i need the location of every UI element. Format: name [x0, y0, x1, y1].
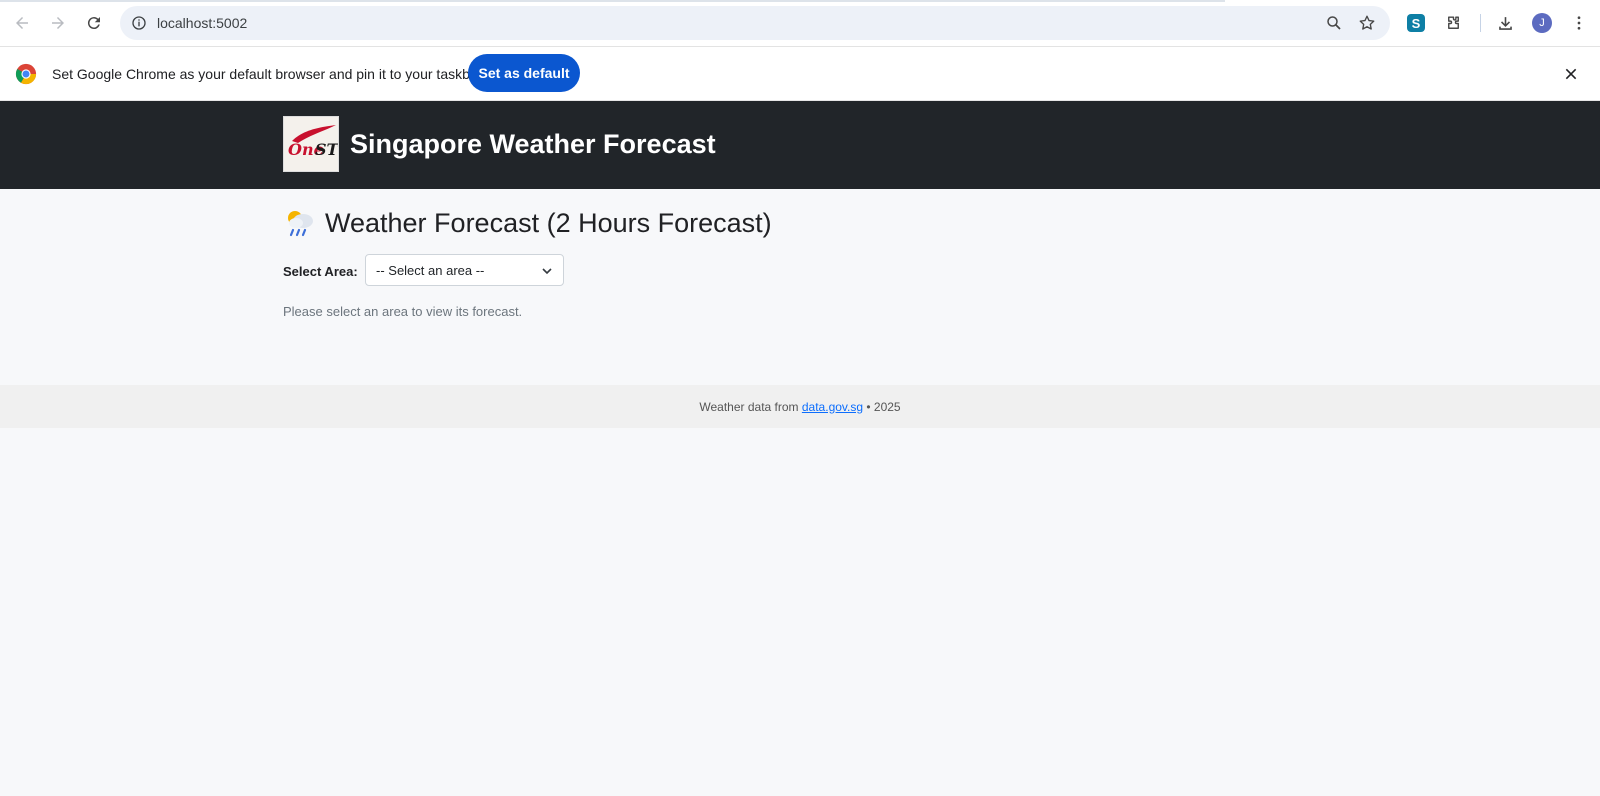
set-as-default-button[interactable]: Set as default — [468, 54, 580, 92]
toolbar-separator — [1480, 14, 1481, 32]
chrome-logo-icon — [15, 63, 37, 85]
site-header: One ST Singapore Weather Forecast — [0, 101, 1600, 189]
profile-avatar[interactable]: J — [1530, 11, 1554, 35]
forecast-hint: Please select an area to view its foreca… — [283, 304, 523, 319]
site-title: Singapore Weather Forecast — [350, 129, 716, 159]
extension-s-label: S — [1407, 14, 1425, 32]
heading-text: Weather Forecast (2 Hours Forecast) — [325, 207, 772, 238]
avatar-initial: J — [1532, 13, 1552, 33]
area-select-value: -- Select an area -- — [376, 263, 485, 278]
arrow-left-icon — [16, 17, 28, 29]
chevron-down-icon — [542, 268, 552, 275]
infobar-message: Set Google Chrome as your default browse… — [52, 66, 483, 82]
browser-toolbar: localhost:5002 S J — [0, 0, 1600, 47]
footer-suffix: • 2025 — [863, 399, 901, 414]
download-icon[interactable] — [1493, 11, 1517, 35]
extension-s-icon[interactable]: S — [1404, 11, 1428, 35]
address-bar[interactable]: localhost:5002 — [120, 6, 1390, 40]
svg-text:ST: ST — [315, 140, 339, 159]
page-load-progress — [0, 0, 1225, 2]
close-icon[interactable] — [1560, 63, 1582, 85]
select-area-label: Select Area: — [283, 264, 358, 279]
bookmark-star-icon[interactable] — [1356, 12, 1378, 34]
url-text: localhost:5002 — [157, 15, 248, 31]
more-menu-icon[interactable] — [1567, 11, 1591, 35]
footer-prefix: Weather data from — [699, 399, 802, 414]
page-heading: Weather Forecast (2 Hours Forecast) — [283, 207, 772, 239]
forward-button[interactable] — [44, 9, 72, 37]
reload-button[interactable] — [80, 9, 108, 37]
back-button[interactable] — [8, 9, 36, 37]
reload-icon — [87, 17, 100, 30]
extensions-puzzle-icon[interactable] — [1441, 11, 1465, 35]
footer: Weather data from data.gov.sg • 2025 — [0, 385, 1600, 428]
area-select[interactable]: -- Select an area -- — [365, 254, 564, 286]
default-browser-infobar: Set Google Chrome as your default browse… — [0, 47, 1600, 101]
data-gov-link[interactable]: data.gov.sg — [802, 400, 863, 414]
onest-logo[interactable]: One ST — [283, 116, 339, 172]
sun-behind-rain-cloud-icon — [288, 211, 313, 237]
site-info-icon[interactable] — [128, 12, 150, 34]
zoom-icon[interactable] — [1323, 12, 1345, 34]
arrow-right-icon — [52, 17, 64, 29]
